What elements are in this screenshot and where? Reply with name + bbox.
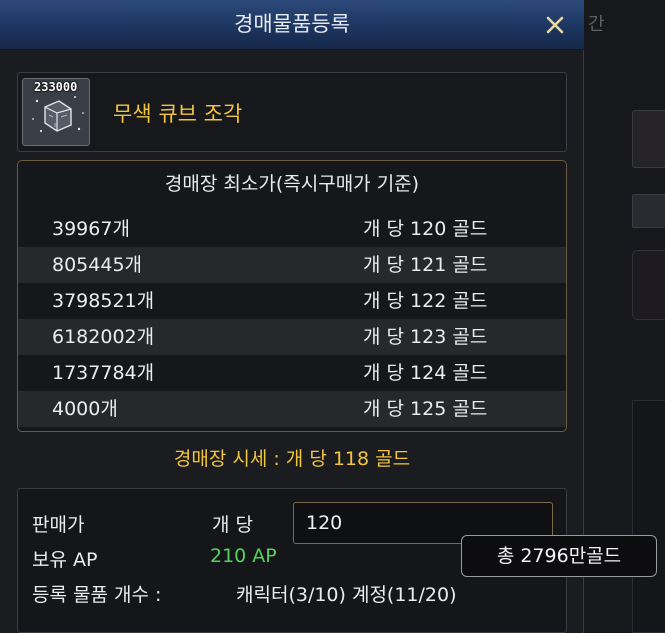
close-button[interactable]: [538, 8, 572, 42]
price-row-qty: 3798521개: [52, 290, 155, 312]
price-row: 1737784개 개 당 124 골드: [18, 355, 566, 391]
close-icon: [546, 16, 564, 34]
item-name: 무색 큐브 조각: [113, 102, 243, 126]
bg-time-label: 간: [588, 14, 605, 35]
price-row: 6182002개 개 당 123 골드: [18, 319, 566, 355]
ap-value: 210 AP: [210, 545, 277, 567]
per-unit-label: 개 당: [212, 514, 253, 536]
price-row-qty: 39967개: [52, 218, 130, 240]
price-row-qty: 6182002개: [52, 326, 155, 348]
ap-label: 보유 AP: [32, 549, 98, 571]
price-row-qty: 805445개: [52, 254, 143, 276]
price-row: 805445개 개 당 121 골드: [18, 247, 566, 283]
price-row-per-unit: 개 당 120 골드: [363, 218, 488, 240]
item-count-badge: 233000: [34, 80, 78, 94]
price-row: 39967개 개 당 120 골드: [18, 211, 566, 247]
price-row-per-unit: 개 당 122 골드: [363, 290, 488, 312]
lowest-price-list: 경매장 최소가(즉시구매가 기준) 39967개 개 당 120 골드 8054…: [17, 160, 567, 432]
bg-item-slot: [632, 250, 665, 320]
price-row: 3798521개 개 당 122 골드: [18, 283, 566, 319]
price-row: 4000개 개 당 125 골드: [18, 391, 566, 427]
dialog-title: 경매물품등록: [234, 12, 350, 36]
market-price-text: 경매장 시세 : 개 당 118 골드: [173, 448, 411, 470]
price-list-header: 경매장 최소가(즉시구매가 기준): [164, 173, 420, 195]
bg-slot-panel: [632, 110, 665, 168]
price-row-per-unit: 개 당 121 골드: [363, 254, 488, 276]
sell-price-label: 판매가: [32, 514, 85, 536]
price-row-per-unit: 개 당 125 골드: [363, 398, 488, 420]
price-row-qty: 4000개: [52, 398, 118, 420]
register-count-value: 캐릭터(3/10) 계정(11/20): [236, 584, 457, 606]
price-row-per-unit: 개 당 124 골드: [363, 362, 488, 384]
total-price-tooltip: 총 2796만골드: [461, 535, 657, 577]
item-info-box: [17, 72, 567, 152]
register-count-label: 등록 물품 개수 :: [32, 584, 162, 606]
bg-button: [632, 194, 665, 228]
bg-list-panel: [632, 400, 665, 633]
price-row-qty: 1737784개: [52, 362, 155, 384]
price-row-per-unit: 개 당 123 골드: [363, 326, 488, 348]
